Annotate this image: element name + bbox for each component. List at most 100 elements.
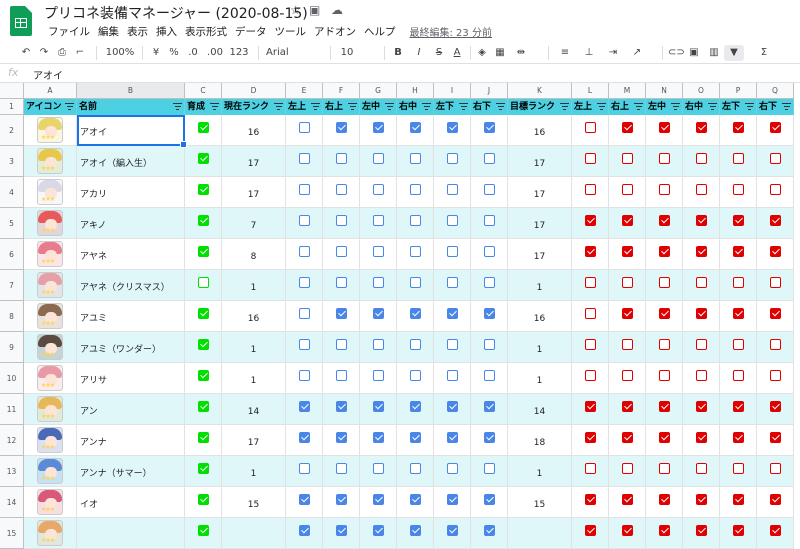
menu-file[interactable]: ファイル [44,24,94,39]
table-cell[interactable]: ★★★ [24,332,77,363]
table-cell[interactable] [572,332,609,363]
table-cell[interactable] [609,487,646,518]
table-cell[interactable] [323,518,360,549]
header-cell[interactable]: 現在ランク [222,99,286,115]
bold-button[interactable]: B [392,45,404,61]
column-header[interactable]: G [360,83,397,99]
target-equip-checkbox[interactable] [770,494,781,505]
table-cell[interactable] [471,146,508,177]
target-equip-checkbox[interactable] [696,308,707,319]
current-equip-checkbox[interactable] [410,494,421,505]
target-equip-checkbox[interactable] [733,370,744,381]
column-header[interactable]: O [683,83,720,99]
table-cell[interactable] [757,146,794,177]
number-format-button[interactable]: 123 [228,45,250,61]
table-cell[interactable]: ★★★ [24,270,77,301]
table-cell[interactable] [77,518,185,549]
table-cell[interactable] [757,115,794,146]
target-equip-checkbox[interactable] [659,184,670,195]
row-number[interactable]: 8 [0,301,24,332]
table-cell[interactable] [720,394,757,425]
header-cell[interactable]: 右下 [757,99,794,115]
header-cell[interactable]: 右中 [397,99,434,115]
table-cell[interactable] [185,177,222,208]
current-equip-checkbox[interactable] [336,246,347,257]
table-cell[interactable] [360,208,397,239]
table-cell[interactable] [471,332,508,363]
current-equip-checkbox[interactable] [410,246,421,257]
table-cell[interactable] [471,456,508,487]
current-equip-checkbox[interactable] [484,215,495,226]
current-equip-checkbox[interactable] [410,277,421,288]
vertical-align-icon[interactable]: ⊥ [580,45,598,61]
table-cell[interactable]: ★★★ [24,363,77,394]
row-number[interactable]: 12 [0,425,24,456]
increase-decimal-button[interactable]: .00 [206,45,224,61]
header-cell[interactable]: 左下 [720,99,757,115]
header-cell[interactable]: 右中 [683,99,720,115]
table-cell[interactable]: 1 [222,270,286,301]
table-cell[interactable] [434,487,471,518]
current-equip-checkbox[interactable] [299,184,310,195]
table-cell[interactable]: 16 [508,115,572,146]
table-cell[interactable] [434,518,471,549]
table-cell[interactable] [720,115,757,146]
table-cell[interactable]: アオイ（編入生） [77,146,185,177]
table-cell[interactable] [572,487,609,518]
table-cell[interactable] [286,518,323,549]
menu-data[interactable]: データ [231,24,271,39]
table-cell[interactable] [397,518,434,549]
table-cell[interactable] [757,394,794,425]
table-cell[interactable] [757,332,794,363]
target-equip-checkbox[interactable] [585,153,596,164]
current-equip-checkbox[interactable] [336,494,347,505]
table-cell[interactable] [397,270,434,301]
current-equip-checkbox[interactable] [484,122,495,133]
filter-toggle-icon[interactable] [210,102,219,111]
table-cell[interactable] [720,363,757,394]
table-cell[interactable] [683,487,720,518]
column-header[interactable]: L [572,83,609,99]
font-select[interactable]: Arial [266,45,306,61]
table-cell[interactable] [646,177,683,208]
table-cell[interactable] [434,239,471,270]
table-cell[interactable] [646,363,683,394]
table-cell[interactable] [397,208,434,239]
target-equip-checkbox[interactable] [696,525,707,536]
undo-icon[interactable]: ↶ [20,45,32,61]
table-cell[interactable]: ★★★ [24,239,77,270]
target-equip-checkbox[interactable] [622,525,633,536]
target-equip-checkbox[interactable] [733,525,744,536]
target-equip-checkbox[interactable] [585,308,596,319]
table-cell[interactable] [646,487,683,518]
current-equip-checkbox[interactable] [373,370,384,381]
table-cell[interactable]: アンナ（サマー） [77,456,185,487]
table-cell[interactable]: イオ [77,487,185,518]
table-cell[interactable] [471,425,508,456]
target-equip-checkbox[interactable] [696,401,707,412]
table-cell[interactable] [286,115,323,146]
table-cell[interactable] [720,239,757,270]
table-cell[interactable]: アリサ [77,363,185,394]
grow-checkbox[interactable] [198,215,209,226]
current-equip-checkbox[interactable] [373,494,384,505]
table-cell[interactable] [720,518,757,549]
table-cell[interactable] [757,239,794,270]
target-equip-checkbox[interactable] [622,215,633,226]
table-cell[interactable] [434,456,471,487]
table-cell[interactable]: 16 [222,115,286,146]
target-equip-checkbox[interactable] [585,277,596,288]
table-cell[interactable] [222,518,286,549]
target-equip-checkbox[interactable] [622,122,633,133]
table-cell[interactable] [286,363,323,394]
filter-toggle-icon[interactable] [348,102,357,111]
target-equip-checkbox[interactable] [622,184,633,195]
current-equip-checkbox[interactable] [336,122,347,133]
current-equip-checkbox[interactable] [336,339,347,350]
target-equip-checkbox[interactable] [659,432,670,443]
current-equip-checkbox[interactable] [484,370,495,381]
functions-button[interactable]: Σ [758,45,770,61]
target-equip-checkbox[interactable] [659,525,670,536]
insert-comment-icon[interactable]: ▣ [688,45,700,61]
current-equip-checkbox[interactable] [299,308,310,319]
